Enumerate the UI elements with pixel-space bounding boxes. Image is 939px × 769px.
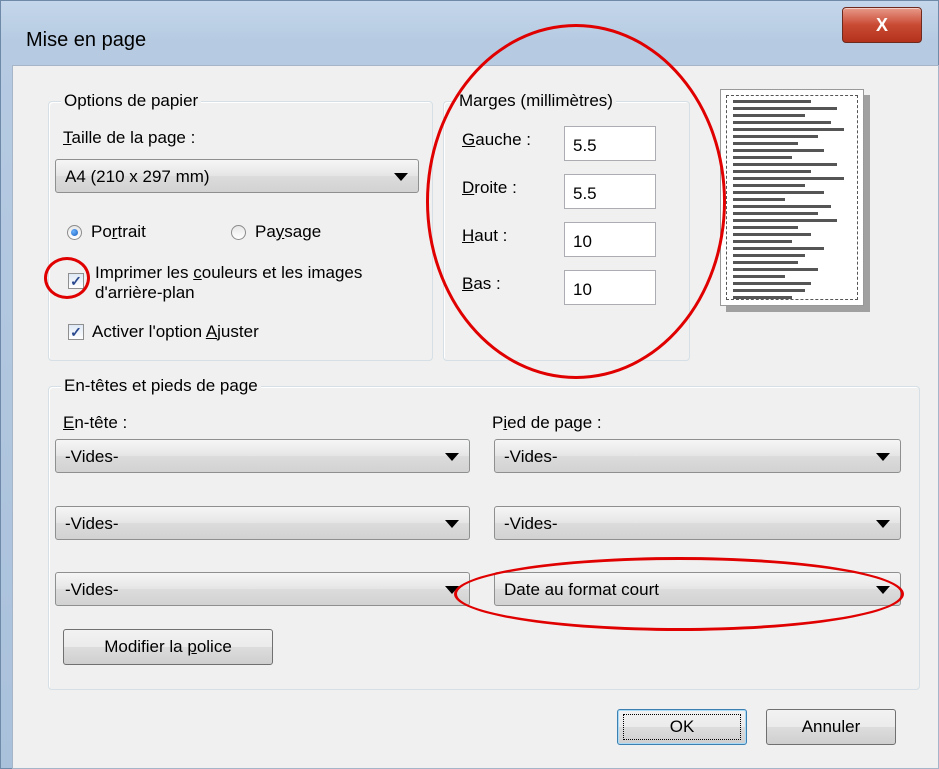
page-size-label: Taille de la page :	[63, 128, 196, 147]
shrink-to-fit-label[interactable]: Activer l'option Ajuster	[92, 322, 259, 342]
header-select-3[interactable]: -Vides-	[55, 572, 470, 606]
header-select-1[interactable]: -Vides-	[55, 439, 470, 473]
title-bar[interactable]: Mise en page X	[1, 1, 938, 63]
paper-options-legend: Options de papier	[61, 91, 202, 111]
chevron-down-icon	[445, 520, 459, 528]
chevron-down-icon	[876, 453, 890, 461]
checkbox-highlight-ellipse	[44, 257, 90, 299]
landscape-radio[interactable]	[231, 225, 246, 240]
ok-button[interactable]: OK	[617, 709, 747, 745]
page-preview-content	[726, 95, 858, 300]
header-label: En-tête :	[63, 413, 128, 432]
portrait-label[interactable]: Portrait	[91, 222, 146, 242]
header-select-2[interactable]: -Vides-	[55, 506, 470, 540]
page-size-select[interactable]: A4 (210 x 297 mm)	[55, 159, 419, 193]
print-background-label[interactable]: Imprimer les couleurs et les images d'arr…	[95, 263, 362, 303]
chevron-down-icon	[394, 173, 408, 181]
paper-options-group: Options de papier Taille de la page : A4…	[48, 91, 433, 361]
chevron-down-icon	[445, 453, 459, 461]
page-size-value: A4 (210 x 297 mm)	[65, 167, 210, 186]
dialog-title: Mise en page	[26, 29, 147, 51]
dialog-body: Options de papier Taille de la page : A4…	[12, 24, 939, 769]
landscape-label[interactable]: Paysage	[255, 222, 321, 242]
footer-select-1[interactable]: -Vides-	[494, 439, 901, 473]
headers-footers-legend: En-têtes et pieds de page	[61, 376, 261, 396]
margins-highlight-ellipse	[426, 24, 726, 379]
shrink-to-fit-checkbox[interactable]: ✓	[68, 324, 84, 340]
change-font-button[interactable]: Modifier la police	[63, 629, 273, 665]
portrait-radio[interactable]	[67, 225, 82, 240]
chevron-down-icon	[876, 520, 890, 528]
cancel-button[interactable]: Annuler	[766, 709, 896, 745]
page-preview	[720, 89, 864, 306]
footer-label: Pied de page :	[492, 413, 602, 432]
page-setup-dialog: Mise en page X Options de papier Taille …	[0, 0, 939, 769]
headers-footers-group: En-têtes et pieds de page En-tête : Pied…	[48, 376, 920, 690]
date-footer-highlight-ellipse	[454, 557, 904, 631]
close-icon: X	[875, 14, 888, 35]
footer-select-2[interactable]: -Vides-	[494, 506, 901, 540]
close-button[interactable]: X	[842, 7, 922, 43]
